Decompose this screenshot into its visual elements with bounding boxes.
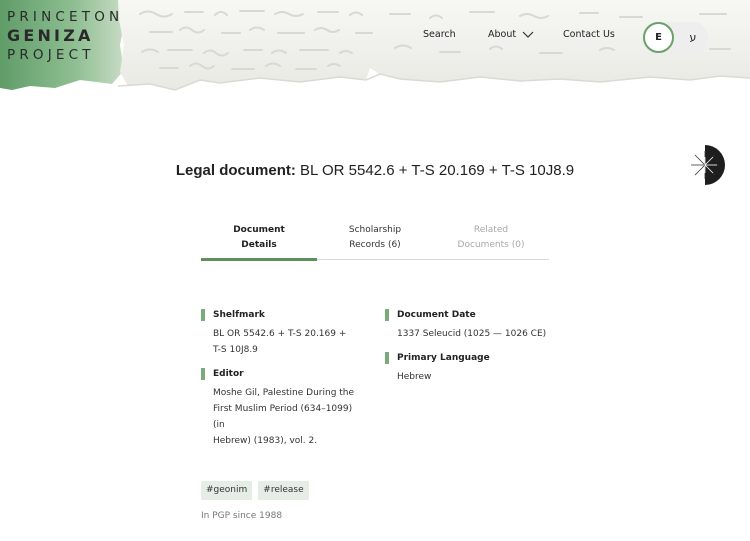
metadata-document-date: Document Date 1337 Seleucid (1025 — 1026… xyxy=(385,309,555,342)
tab-label-line: Related xyxy=(473,225,509,235)
metadata-value: Moshe Gil, Palestine During the First Mu… xyxy=(201,385,361,449)
document-tabs: Document Details Scholarship Records (6)… xyxy=(201,223,549,261)
site-header: PRINCETON GENIZA PROJECT Search About Co… xyxy=(0,0,750,92)
tab-related-documents: Related Documents (0) xyxy=(433,223,549,259)
chevron-down-icon xyxy=(522,31,534,38)
metadata-value: BL OR 5542.6 + T-S 20.169 + T-S 10J8.9 xyxy=(201,326,361,358)
metadata-primary-language: Primary Language Hebrew xyxy=(385,352,555,385)
tab-label-line: Details xyxy=(241,240,277,250)
nav-about-menu[interactable]: About xyxy=(488,29,534,40)
logo-line-princeton: PRINCETON xyxy=(7,9,124,25)
nav-search-link[interactable]: Search xyxy=(423,29,456,40)
value-line: T-S 10J8.9 xyxy=(213,345,258,355)
tab-label-line: Scholarship xyxy=(348,225,402,235)
tab-label-line: Documents (0) xyxy=(457,240,525,250)
metadata-value: 1337 Seleucid (1025 — 1026 CE) xyxy=(397,329,547,339)
tab-document-details[interactable]: Document Details xyxy=(201,223,317,261)
tag-list: #geonim #release xyxy=(201,481,309,500)
metadata-label: Shelfmark xyxy=(201,309,361,321)
tab-scholarship-records[interactable]: Scholarship Records (6) xyxy=(317,223,433,259)
nav-about-label: About xyxy=(488,29,517,40)
tag-geonim[interactable]: #geonim xyxy=(201,481,253,500)
in-pgp-since: In PGP since 1988 xyxy=(201,511,283,521)
logo-line-project: PROJECT xyxy=(7,47,95,63)
value-line: First Muslim Period (634–1099) (in xyxy=(213,404,353,430)
page-title: Legal document: BL OR 5542.6 + T-S 20.16… xyxy=(0,162,750,179)
language-switcher: E ע xyxy=(642,22,708,53)
document-shelfmark-title: BL OR 5542.6 + T-S 20.169 + T-S 10J8.9 xyxy=(300,162,575,179)
metadata-value: Hebrew xyxy=(397,372,432,382)
value-line: BL OR 5542.6 + T-S 20.169 + xyxy=(213,329,347,339)
tab-label-line: Document xyxy=(233,225,285,235)
tag-release[interactable]: #release xyxy=(258,481,309,500)
value-line: Moshe Gil, Palestine During the xyxy=(213,388,355,398)
metadata-label: Primary Language xyxy=(385,352,555,364)
language-english-button[interactable]: E xyxy=(643,22,674,53)
logo-line-geniza: GENIZA xyxy=(7,26,94,45)
site-logo[interactable]: PRINCETON GENIZA PROJECT xyxy=(7,9,123,63)
value-line: Hebrew) (1983), vol. 2. xyxy=(213,436,318,446)
document-type: Legal document: xyxy=(175,162,296,179)
metadata-shelfmark: Shelfmark BL OR 5542.6 + T-S 20.169 + T-… xyxy=(201,309,361,358)
metadata-label: Document Date xyxy=(385,309,555,321)
metadata-label: Editor xyxy=(201,368,361,380)
tab-label-line: Records (6) xyxy=(349,240,401,250)
nav-contact-link[interactable]: Contact Us xyxy=(563,29,615,40)
language-hebrew-button[interactable]: ע xyxy=(682,22,704,53)
metadata-editor: Editor Moshe Gil, Palestine During the F… xyxy=(201,368,361,449)
